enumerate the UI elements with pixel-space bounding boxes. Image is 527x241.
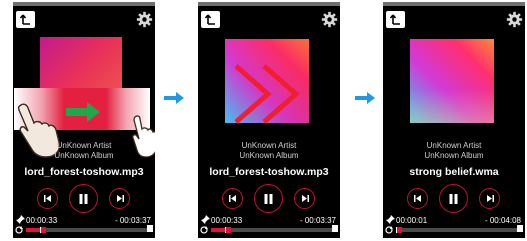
settings-button[interactable] — [134, 9, 154, 29]
previous-button[interactable] — [222, 188, 243, 209]
pause-button[interactable] — [69, 184, 98, 213]
track-title: lord_forest-toshow.mp3 — [24, 166, 144, 178]
progress-knob[interactable] — [225, 227, 231, 233]
next-track-icon — [486, 195, 494, 202]
progress-knob[interactable] — [396, 227, 402, 233]
back-button[interactable] — [16, 11, 35, 28]
album-name: UnKnown Album — [239, 151, 299, 160]
gear-icon — [321, 11, 337, 27]
back-button[interactable] — [201, 11, 220, 28]
album-name: UnKnown Album — [424, 151, 484, 160]
status-bar — [383, 2, 525, 6]
elapsed-time: 00:00:33 — [211, 216, 243, 225]
progress-end-marker — [332, 225, 338, 232]
remaining-time: - 00:04:08 — [484, 216, 521, 225]
next-button[interactable] — [479, 188, 500, 209]
pin-icon — [386, 215, 395, 224]
next-button[interactable] — [109, 188, 130, 209]
settings-button[interactable] — [504, 9, 524, 29]
previous-button[interactable] — [407, 188, 428, 209]
track-title: strong belief.wma — [409, 166, 499, 178]
status-bar — [13, 2, 155, 6]
gear-icon — [506, 11, 522, 27]
pause-button[interactable] — [439, 184, 468, 213]
previous-button[interactable] — [37, 188, 58, 209]
right-arrow-icon — [355, 92, 375, 104]
back-button[interactable] — [386, 11, 405, 28]
settings-button[interactable] — [319, 9, 339, 29]
pause-icon — [79, 193, 88, 204]
next-track-icon — [301, 195, 309, 202]
previous-track-icon — [43, 195, 51, 202]
track-title: lord_forest-toshow.mp3 — [209, 166, 329, 178]
back-icon — [20, 14, 30, 25]
next-button[interactable] — [294, 188, 315, 209]
status-bar — [198, 2, 340, 6]
previous-track-icon — [413, 195, 421, 202]
elapsed-time: 00:00:33 — [26, 216, 58, 225]
remaining-time: - 00:03:37 — [114, 216, 151, 225]
progress-end-marker — [147, 225, 153, 232]
remaining-time: - 00:03:37 — [299, 216, 336, 225]
back-icon — [390, 14, 400, 25]
pause-button[interactable] — [254, 184, 283, 213]
artist-name: UnKnown Artist — [241, 141, 297, 150]
album-art — [410, 39, 494, 123]
player-screen-3: UnKnown Artist UnKnown Album strong beli… — [383, 2, 525, 238]
pin-icon — [201, 215, 210, 224]
pause-icon — [449, 193, 458, 204]
progress-knob[interactable] — [40, 227, 46, 233]
swipe-chevrons-icon — [234, 64, 300, 124]
previous-track-icon — [228, 195, 236, 202]
gear-icon — [136, 11, 152, 27]
player-screen-2: UnKnown Artist UnKnown Album lord_forest… — [198, 2, 340, 238]
progress-bar[interactable] — [211, 227, 335, 233]
pause-icon — [264, 193, 273, 204]
back-icon — [205, 14, 215, 25]
progress-bar[interactable] — [396, 227, 520, 233]
player-screen-1: UnKnown Artist UnKnown Album lord_forest… — [13, 2, 155, 238]
progress-bar[interactable] — [26, 227, 150, 233]
album-name: UnKnown Album — [54, 151, 114, 160]
pin-icon — [16, 215, 25, 224]
right-arrow-icon — [164, 92, 184, 104]
artist-name: UnKnown Artist — [56, 141, 112, 150]
repeat-icon — [200, 226, 208, 234]
artist-name: UnKnown Artist — [426, 141, 482, 150]
progress-end-marker — [517, 225, 523, 232]
elapsed-time: 00:00:01 — [396, 216, 428, 225]
repeat-icon — [385, 226, 393, 234]
next-track-icon — [116, 195, 124, 202]
repeat-icon — [15, 226, 23, 234]
